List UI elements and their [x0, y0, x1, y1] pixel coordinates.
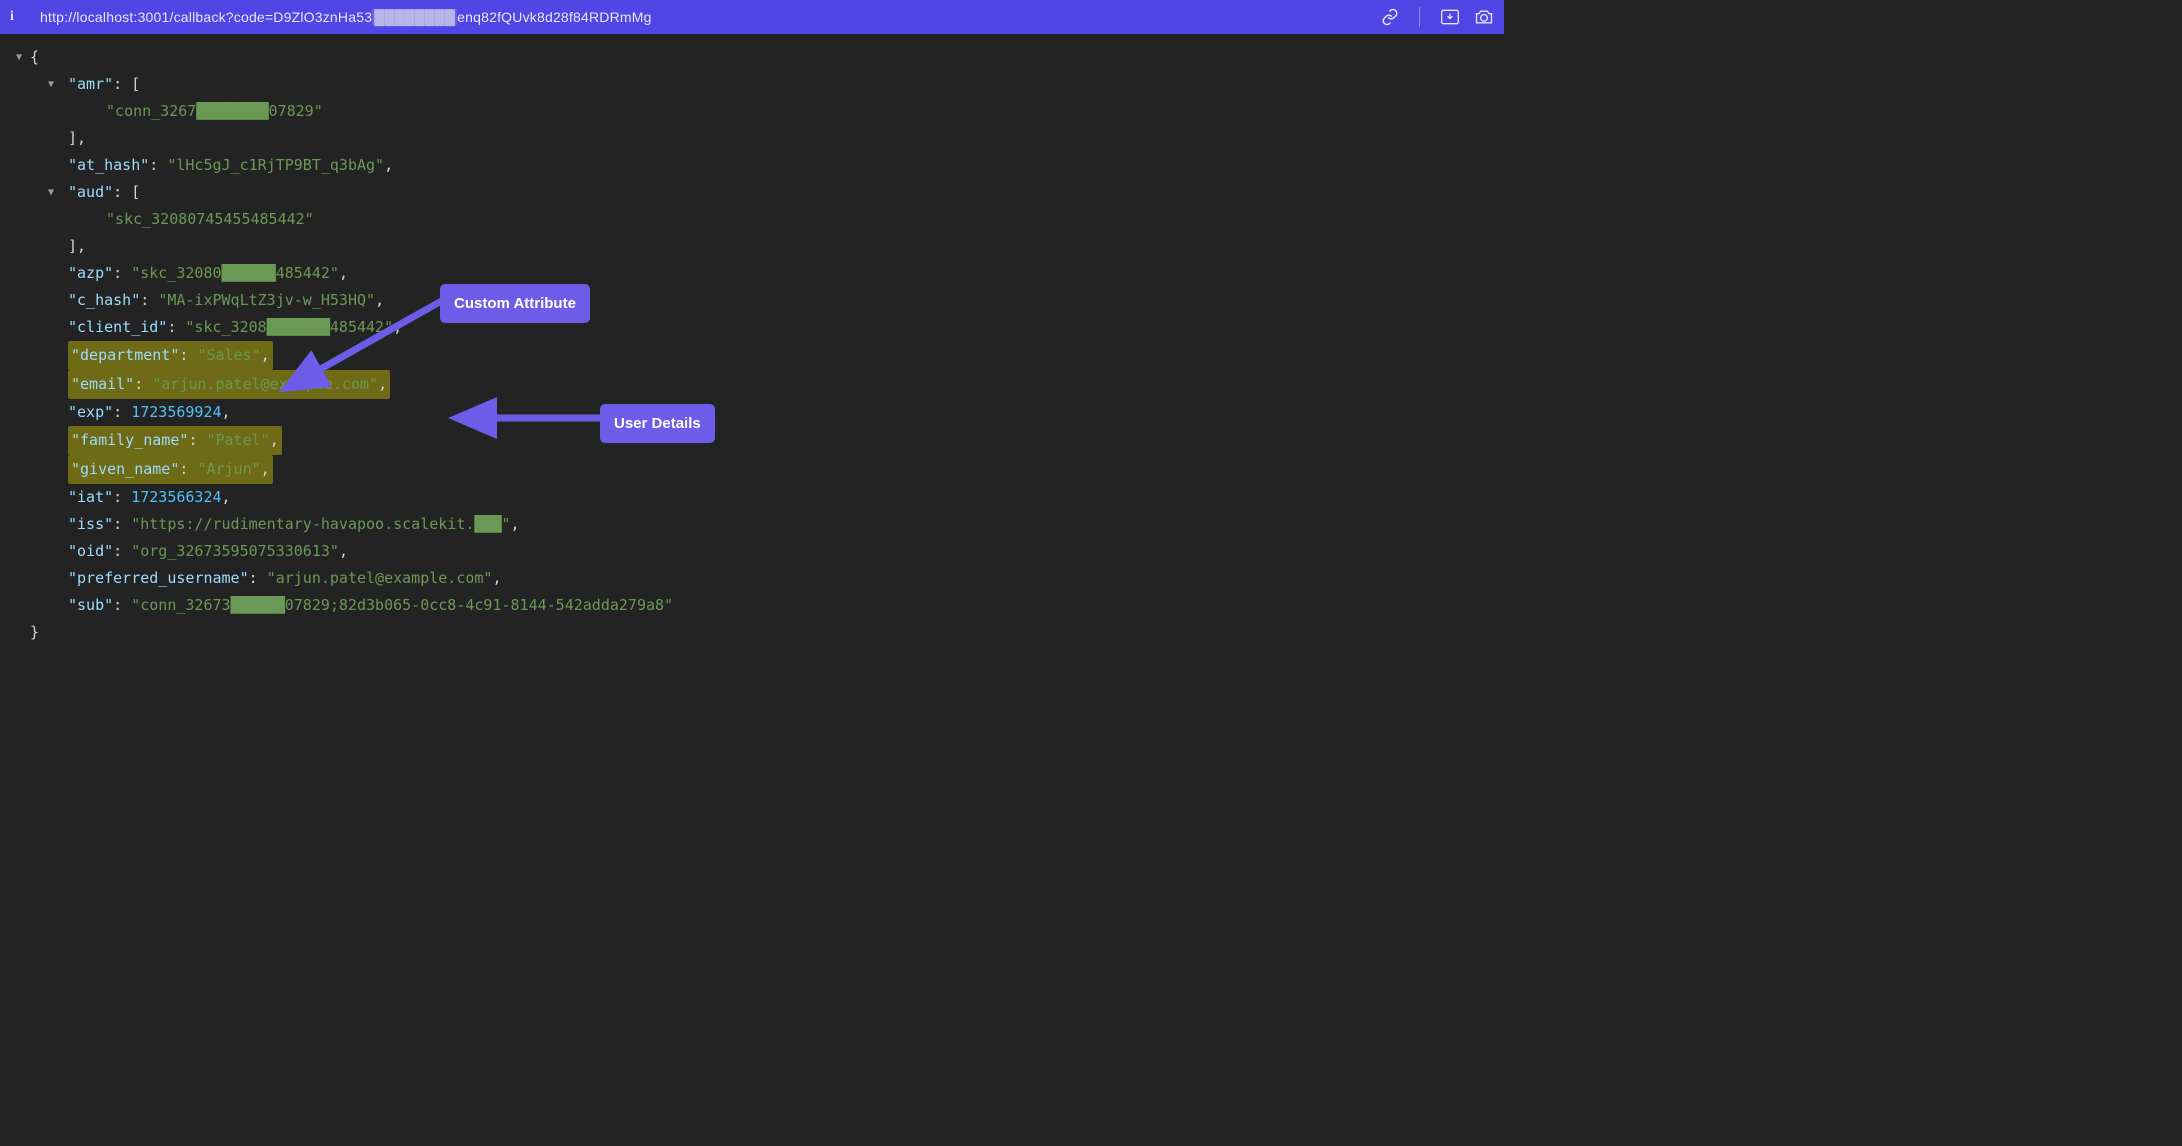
callout-arrow [280, 364, 450, 404]
camera-icon[interactable] [1474, 8, 1494, 26]
json-line: "exp": 1723569924, [8, 399, 1496, 426]
callout-arrow [450, 404, 610, 434]
json-key: "department" [71, 346, 179, 364]
json-value: "lHc5gJ_c1RjTP9BT_q3bAg" [167, 152, 384, 179]
json-value: "conn_3267████████07829" [106, 98, 323, 125]
json-line-department: "department": "Sales", [8, 341, 1496, 370]
address-bar: i http://localhost:3001/callback?code=D9… [0, 0, 1504, 34]
url-display[interactable]: http://localhost:3001/callback?code=D9Zl… [40, 9, 1381, 25]
json-value: "org_32673595075330613" [131, 538, 339, 565]
json-key: "preferred_username" [68, 565, 249, 592]
json-line: "azp": "skc_32080██████485442", [8, 260, 1496, 287]
json-value: "Sales" [197, 346, 260, 364]
json-line: ▼ { [8, 44, 1496, 71]
json-key: "azp" [68, 260, 113, 287]
json-value: "arjun.patel@example.com" [267, 565, 493, 592]
download-icon[interactable] [1440, 8, 1460, 26]
callout-user-details: User Details [600, 404, 715, 443]
json-line-family-name: "family_name": "Patel", [8, 426, 1496, 455]
divider [1419, 7, 1420, 27]
json-line: ], [8, 125, 1496, 152]
json-key: "amr" [68, 71, 113, 98]
json-line: ], [8, 233, 1496, 260]
callout-custom-attribute: Custom Attribute [440, 284, 590, 323]
json-value: "skc_3208███████485442" [185, 314, 393, 341]
json-key: "c_hash" [68, 287, 140, 314]
json-value: "Arjun" [197, 460, 260, 478]
json-key: "at_hash" [68, 152, 149, 179]
url-obscured: ████████ [372, 9, 457, 25]
json-key: "email" [71, 375, 134, 393]
json-line: "iss": "https://rudimentary-havapoo.scal… [8, 511, 1496, 538]
callout-label: Custom Attribute [454, 295, 576, 312]
json-line-given-name: "given_name": "Arjun", [8, 455, 1496, 484]
toggle-icon[interactable]: ▼ [48, 179, 54, 206]
json-value: 1723569924 [131, 399, 221, 426]
json-key: "family_name" [71, 431, 188, 449]
json-line: "client_id": "skc_3208███████485442", [8, 314, 1496, 341]
json-line: ▼ "amr": [ [8, 71, 1496, 98]
info-icon[interactable]: i [10, 9, 26, 25]
json-value: 1723566324 [131, 484, 221, 511]
json-viewer: ▼ { ▼ "amr": [ "conn_3267████████07829" … [0, 34, 1504, 656]
json-line: "iat": 1723566324, [8, 484, 1496, 511]
json-value: "conn_32673██████07829;82d3b065-0cc8-4c9… [131, 592, 673, 619]
json-line: "skc_32080745455485442" [8, 206, 1496, 233]
toggle-icon[interactable]: ▼ [48, 71, 54, 98]
json-value: "Patel" [206, 431, 269, 449]
json-line: ▼ "aud": [ [8, 179, 1496, 206]
brace-close: } [30, 619, 39, 646]
json-line: "sub": "conn_32673██████07829;82d3b065-0… [8, 592, 1496, 619]
toolbar-right [1381, 7, 1494, 27]
json-line: "oid": "org_32673595075330613", [8, 538, 1496, 565]
json-value: "https://rudimentary-havapoo.scalekit.██… [131, 511, 510, 538]
json-line: "conn_3267████████07829" [8, 98, 1496, 125]
url-pre: http://localhost:3001/callback?code=D9Zl… [40, 9, 372, 25]
json-key: "oid" [68, 538, 113, 565]
brace-open: { [30, 44, 39, 71]
callout-label: User Details [614, 415, 701, 432]
json-line: "preferred_username": "arjun.patel@examp… [8, 565, 1496, 592]
json-key: "sub" [68, 592, 113, 619]
json-line-email: "email": "arjun.patel@example.com", [8, 370, 1496, 399]
json-value: "MA-ixPWqLtZ3jv-w_H53HQ" [158, 287, 375, 314]
json-value: "skc_32080745455485442" [106, 206, 314, 233]
toggle-icon[interactable]: ▼ [16, 44, 22, 71]
json-key: "iss" [68, 511, 113, 538]
json-key: "aud" [68, 179, 113, 206]
json-key: "iat" [68, 484, 113, 511]
json-line: "at_hash": "lHc5gJ_c1RjTP9BT_q3bAg", [8, 152, 1496, 179]
url-post: enq82fQUvk8d28f84RDRmMg [457, 9, 651, 25]
link-icon[interactable] [1381, 8, 1399, 26]
json-line: } [8, 619, 1496, 646]
json-key: "given_name" [71, 460, 179, 478]
json-key: "client_id" [68, 314, 167, 341]
json-value: "skc_32080██████485442" [131, 260, 339, 287]
json-key: "exp" [68, 399, 113, 426]
json-line: "c_hash": "MA-ixPWqLtZ3jv-w_H53HQ", [8, 287, 1496, 314]
